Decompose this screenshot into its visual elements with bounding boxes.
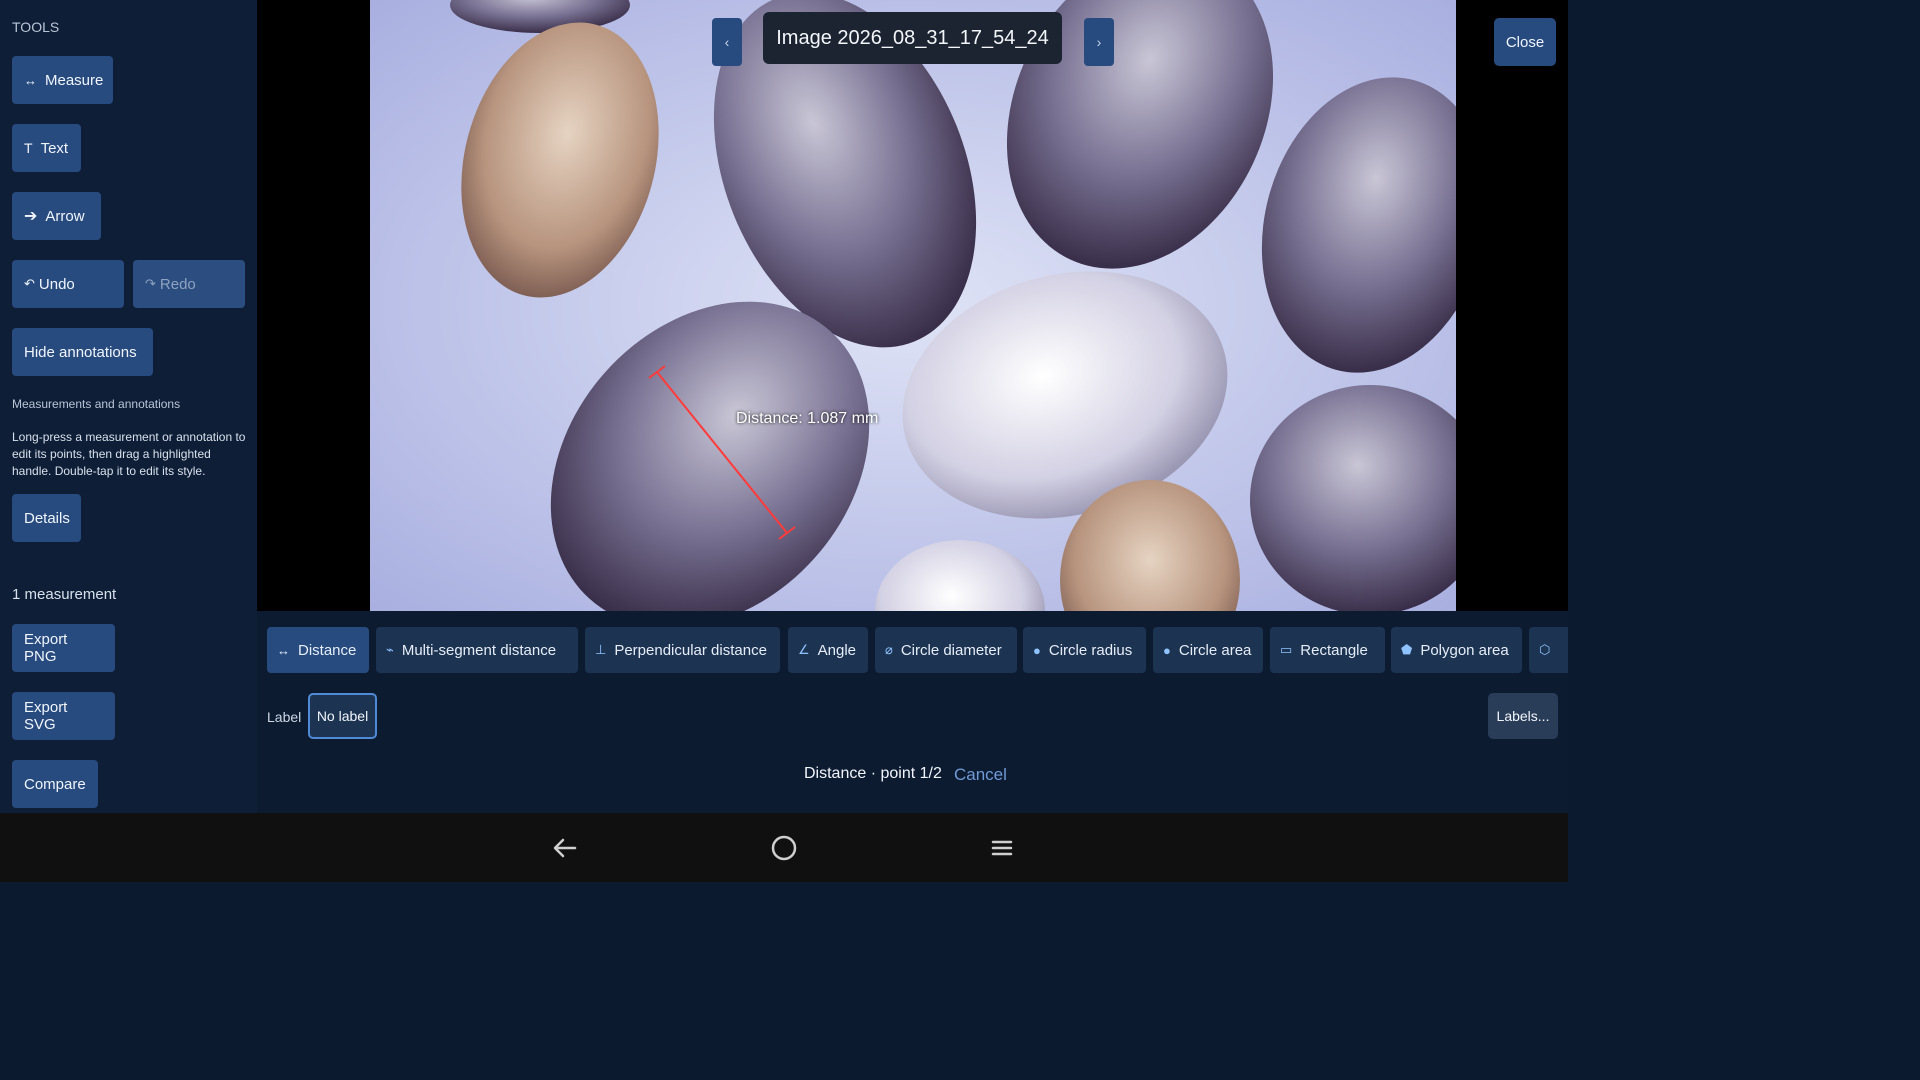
- status-text: Distance · point 1/2: [804, 765, 942, 782]
- arrow-icon: ➔: [24, 208, 38, 225]
- multi-segment-icon: ⌁: [386, 642, 394, 657]
- tool-perpendicular-distance[interactable]: ⊥ Perpendicular distance: [585, 627, 780, 673]
- tool-rectangle[interactable]: ▭ Rectangle: [1270, 627, 1385, 673]
- microscope-image[interactable]: [370, 0, 1456, 611]
- undo-icon: ↶: [24, 276, 35, 291]
- hexagon-icon: ⬡: [1539, 642, 1551, 657]
- menu-icon[interactable]: [987, 833, 1017, 863]
- chevron-left-icon: ‹: [724, 34, 730, 50]
- tools-heading: TOOLS: [12, 19, 60, 35]
- tool-label: Multi-segment distance: [401, 641, 557, 659]
- measure-label: Measure: [45, 71, 104, 89]
- tool-circle-diameter[interactable]: ⌀ Circle diameter: [875, 627, 1017, 673]
- undo-label: Undo: [38, 275, 75, 293]
- compare-button[interactable]: Compare: [12, 760, 98, 808]
- tools-sidebar: TOOLS ↔ Measure T Text ➔ Arrow ↶ Undo ↷ …: [0, 0, 257, 813]
- text-icon: T: [24, 140, 33, 156]
- section-title: Measurements and annotations: [12, 397, 181, 411]
- measurement-label[interactable]: Distance: 1.087 mm: [736, 410, 878, 428]
- next-image-button[interactable]: ›: [1084, 18, 1114, 66]
- home-icon[interactable]: [769, 833, 799, 863]
- tool-label: Circle radius: [1048, 641, 1133, 659]
- arrow-label: Arrow: [45, 207, 85, 225]
- no-label-button[interactable]: No label: [308, 693, 377, 739]
- back-icon[interactable]: [550, 833, 580, 863]
- image-title: Image 2026_08_31_17_54_24: [763, 12, 1062, 64]
- measure-button[interactable]: ↔ Measure: [12, 56, 113, 104]
- measurement-count: 1 measurement: [12, 586, 117, 603]
- redo-icon: ↷: [145, 276, 156, 291]
- tool-distance[interactable]: ↔ Distance: [267, 627, 369, 673]
- circle-area-icon: ●: [1163, 642, 1171, 658]
- undo-button[interactable]: ↶ Undo: [12, 260, 124, 308]
- tool-angle[interactable]: ∠ Angle: [788, 627, 868, 673]
- tool-more[interactable]: ⬡: [1529, 627, 1568, 673]
- tool-label: Rectangle: [1300, 641, 1368, 659]
- tool-label: Circle diameter: [900, 641, 1002, 659]
- labels-button[interactable]: Labels...: [1488, 693, 1558, 739]
- tool-polygon-area[interactable]: ⬟ Polygon area: [1391, 627, 1522, 673]
- tool-circle-radius[interactable]: ● Circle radius: [1023, 627, 1146, 673]
- measure-icon: ↔: [24, 72, 37, 88]
- system-navbar: [0, 813, 1568, 882]
- circle-radius-icon: ●: [1033, 642, 1041, 658]
- redo-button[interactable]: ↷ Redo: [133, 260, 245, 308]
- export-png-button[interactable]: Export PNG: [12, 624, 115, 672]
- export-svg-button[interactable]: Export SVG: [12, 692, 115, 740]
- prev-image-button[interactable]: ‹: [712, 18, 742, 66]
- tool-multi-segment-distance[interactable]: ⌁ Multi-segment distance: [376, 627, 578, 673]
- chevron-right-icon: ›: [1096, 34, 1102, 50]
- tool-label: Polygon area: [1420, 641, 1509, 659]
- rectangle-icon: ▭: [1280, 642, 1293, 657]
- tool-label: Perpendicular distance: [614, 641, 767, 659]
- tool-label: Circle area: [1178, 641, 1252, 659]
- perpendicular-icon: ⊥: [595, 642, 607, 657]
- tool-label: Angle: [817, 641, 857, 659]
- hide-annotations-button[interactable]: Hide annotations: [12, 328, 153, 376]
- tool-circle-area[interactable]: ● Circle area: [1153, 627, 1263, 673]
- redo-label: Redo: [159, 275, 196, 293]
- circle-diameter-icon: ⌀: [885, 642, 893, 657]
- arrow-button[interactable]: ➔ Arrow: [12, 192, 101, 240]
- text-button[interactable]: T Text: [12, 124, 81, 172]
- details-button[interactable]: Details: [12, 494, 81, 542]
- angle-icon: ∠: [798, 642, 810, 657]
- label-caption: Label: [267, 709, 302, 725]
- distance-icon: ↔: [277, 642, 290, 658]
- measure-tool-row: ↔ Distance ⌁ Multi-segment distance ⊥ Pe…: [267, 627, 1568, 673]
- text-label: Text: [40, 139, 69, 157]
- tool-label: Distance: [298, 641, 357, 659]
- image-viewer[interactable]: [257, 0, 1568, 611]
- help-text: Long-press a measurement or annotation t…: [12, 430, 246, 478]
- polygon-icon: ⬟: [1401, 642, 1413, 657]
- close-button[interactable]: Close: [1494, 18, 1556, 66]
- measurement-panel: ↔ Distance ⌁ Multi-segment distance ⊥ Pe…: [257, 611, 1568, 813]
- cancel-button[interactable]: Cancel: [954, 765, 1007, 785]
